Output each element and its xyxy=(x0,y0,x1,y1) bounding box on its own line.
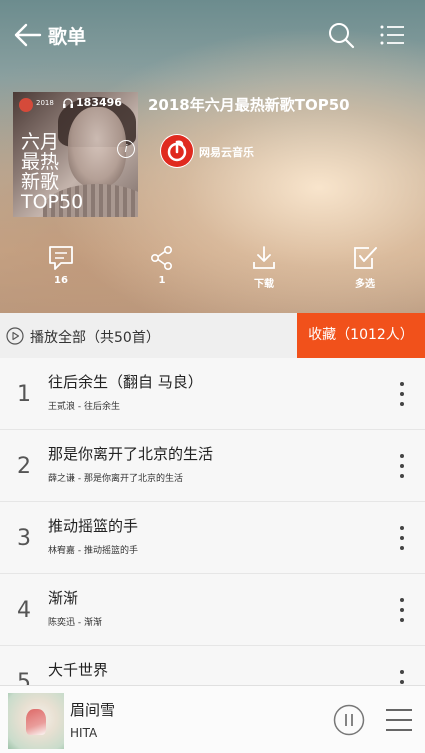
more-vertical-icon[interactable] xyxy=(395,380,409,408)
top-bar: 歌单 xyxy=(0,0,425,70)
cover-art-figure xyxy=(26,709,46,735)
cover-text-line: 新歌 xyxy=(21,171,60,193)
netease-logo-icon[interactable] xyxy=(160,134,194,168)
play-count: 183496 xyxy=(76,96,122,109)
creator-name[interactable]: 网易云音乐 xyxy=(199,144,254,160)
now-playing-artist: HITA xyxy=(70,726,98,740)
song-name: 推动摇篮的手 xyxy=(48,517,139,535)
back-arrow-icon[interactable] xyxy=(14,22,42,48)
cover-text-line: 最热 xyxy=(21,151,60,173)
playlist-title: 2018年六月最热新歌TOP50 xyxy=(148,96,350,114)
cover-text: 六月 最热 新歌 TOP50 xyxy=(21,132,101,212)
now-playing-title: 眉间雪 xyxy=(70,701,116,719)
song-index: 1 xyxy=(17,382,31,407)
song-artist-album: 王贰浪 - 往后余生 xyxy=(48,402,120,412)
playlist-header: 歌单 2018 六月 最热 新歌 TOP50 i 183496 2018年六月最… xyxy=(0,0,425,313)
multi-select-label: 多选 xyxy=(355,279,375,290)
song-name: 大千世界 xyxy=(48,661,109,679)
more-vertical-icon[interactable] xyxy=(395,524,409,552)
info-icon[interactable]: i xyxy=(117,140,135,158)
collect-button[interactable]: 收藏（1012人） xyxy=(297,313,425,358)
list-item[interactable]: 2 那是你离开了北京的生活 薛之谦 - 那是你离开了北京的生活 xyxy=(0,430,425,502)
play-circle-icon[interactable] xyxy=(6,327,24,345)
share-icon xyxy=(150,245,172,270)
song-index: 4 xyxy=(17,598,31,623)
download-button[interactable]: 下载 xyxy=(234,244,294,290)
cover-brand: 2018 xyxy=(36,99,54,107)
more-vertical-icon[interactable] xyxy=(395,452,409,480)
comment-button[interactable]: 16 xyxy=(31,244,91,286)
download-icon xyxy=(253,246,275,269)
more-vertical-icon[interactable] xyxy=(395,668,409,685)
list-item[interactable]: 1 往后余生（翻自 马良） 王贰浪 - 往后余生 xyxy=(0,358,425,430)
now-playing-cover[interactable] xyxy=(8,693,64,749)
song-list: 1 往后余生（翻自 马良） 王贰浪 - 往后余生 2 那是你离开了北京的生活 薛… xyxy=(0,358,425,685)
cover-logo-icon xyxy=(19,98,33,112)
song-artist-album: 陈奕迅 - 渐渐 xyxy=(48,618,102,628)
comment-count: 16 xyxy=(54,275,68,286)
share-count: 1 xyxy=(158,275,166,286)
multi-select-button[interactable]: 多选 xyxy=(335,244,395,290)
song-name: 渐渐 xyxy=(48,589,79,607)
list-item[interactable]: 4 渐渐 陈奕迅 - 渐渐 xyxy=(0,574,425,646)
list-item[interactable]: 3 推动摇篮的手 林宥嘉 - 推动摇篮的手 xyxy=(0,502,425,574)
list-item[interactable]: 5 大千世界 xyxy=(0,646,425,685)
action-row: 16 1 下载 多选 xyxy=(0,244,425,294)
song-index: 3 xyxy=(17,526,31,551)
mini-player[interactable]: 眉间雪 HITA xyxy=(0,685,425,753)
song-artist-album: 林宥嘉 - 推动摇篮的手 xyxy=(48,546,138,556)
play-all-bar[interactable]: 播放全部（共50首） 收藏（1012人） xyxy=(0,313,425,358)
play-all-label[interactable]: 播放全部（共50首） xyxy=(30,327,160,347)
song-name: 往后余生（翻自 马良） xyxy=(48,373,203,391)
multi-select-icon xyxy=(354,247,377,269)
song-artist-album: 薛之谦 - 那是你离开了北京的生活 xyxy=(48,474,183,484)
search-icon[interactable] xyxy=(327,21,355,49)
share-button[interactable]: 1 xyxy=(132,244,192,286)
song-index: 5 xyxy=(17,670,31,685)
page-title: 歌单 xyxy=(48,26,87,48)
song-name: 那是你离开了北京的生活 xyxy=(48,445,214,463)
cover-text-line: 六月 xyxy=(21,131,60,153)
song-index: 2 xyxy=(17,454,31,479)
comment-icon xyxy=(49,246,73,270)
more-vertical-icon[interactable] xyxy=(395,596,409,624)
menu-list-icon[interactable] xyxy=(379,23,405,47)
headphone-icon xyxy=(63,98,73,108)
pause-icon[interactable] xyxy=(333,704,365,736)
cover-text-line: TOP50 xyxy=(21,191,84,213)
playlist-cover[interactable]: 2018 六月 最热 新歌 TOP50 i xyxy=(13,92,138,217)
playlist-icon[interactable] xyxy=(384,706,414,734)
download-label: 下载 xyxy=(254,279,274,290)
